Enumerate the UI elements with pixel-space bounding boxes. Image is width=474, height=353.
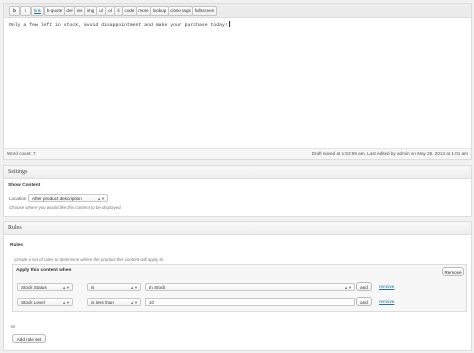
remove-rule-link[interactable]: remove — [379, 284, 394, 289]
apply-when-label: Apply this content when — [16, 268, 72, 273]
select-arrow-icon: ▲▼ — [62, 300, 70, 305]
rule-value-text: In Stock — [149, 285, 166, 290]
select-arrow-icon: ▲▼ — [62, 285, 70, 290]
settings-panel: Settings Show Content Location After pro… — [3, 165, 472, 217]
word-count: Word count: 7 — [7, 151, 36, 156]
link-button[interactable]: link — [31, 6, 44, 16]
and-button[interactable]: and — [356, 297, 372, 306]
editor-content-text: Only a few left in stock, avoid disappoi… — [9, 23, 228, 28]
select-arrow-icon: ▲▼ — [130, 300, 138, 305]
location-select[interactable]: After product description ▲▼ — [28, 194, 108, 202]
rule-set: Apply this content when Remove Stock Sta… — [12, 264, 467, 312]
location-select-value: After product description — [32, 196, 82, 201]
lookup-button[interactable]: lookup — [150, 6, 169, 16]
rule-value-input[interactable]: 10 — [145, 298, 355, 306]
text-cursor — [228, 21, 230, 27]
rule-operator-value: is — [91, 285, 95, 290]
rule-field-select[interactable]: Stock Level ▲▼ — [17, 298, 73, 306]
close-tags-button[interactable]: close tags — [168, 6, 193, 16]
show-content-label: Show Content — [8, 183, 41, 188]
rules-header[interactable]: Rules — [4, 222, 471, 235]
add-rule-set-button[interactable]: Add rule set — [12, 334, 46, 343]
code-button[interactable]: code — [122, 6, 137, 16]
settings-title: Settings — [8, 169, 28, 175]
or-label: or — [11, 324, 16, 329]
location-label: Location — [9, 196, 27, 201]
draft-status: Draft saved at 1:53:59 am. Last edited b… — [311, 151, 468, 156]
rule-value-select[interactable]: In Stock ▲▼ — [145, 283, 355, 291]
editor-textarea[interactable]: Only a few left in stock, avoid disappoi… — [9, 21, 230, 28]
editor-status-bar: Word count: 7 Draft saved at 1:53:59 am.… — [4, 148, 471, 159]
editor-toolbar: b i link b-quote del ins img ul ol li co… — [4, 4, 471, 18]
select-arrow-icon: ▲▼ — [130, 285, 138, 290]
rule-field-select[interactable]: Stock Status ▲▼ — [17, 283, 73, 291]
and-button[interactable]: and — [356, 282, 372, 291]
rule-operator-value: is less than — [91, 300, 114, 305]
rules-description: Create a set of rules to determine where… — [14, 257, 165, 262]
italic-button[interactable]: i — [20, 6, 31, 16]
rules-panel: Rules Rules Create a set of rules to det… — [3, 221, 472, 351]
remove-rule-set-button[interactable]: Remove — [442, 267, 464, 276]
remove-rule-link[interactable]: remove — [379, 299, 394, 304]
select-arrow-icon: ▲▼ — [344, 285, 352, 290]
rule-field-value: Stock Level — [21, 300, 45, 305]
settings-header[interactable]: Settings — [4, 166, 471, 179]
select-arrow-icon: ▲▼ — [97, 196, 105, 201]
fullscreen-button[interactable]: fullscreen — [192, 6, 217, 16]
rules-heading: Rules — [10, 243, 24, 248]
rule-operator-select[interactable]: is less than ▲▼ — [87, 298, 141, 306]
rule-field-value: Stock Status — [21, 285, 47, 290]
rule-operator-select[interactable]: is ▲▼ — [87, 283, 141, 291]
content-editor: b i link b-quote del ins img ul ol li co… — [3, 3, 472, 160]
more-button[interactable]: more — [136, 6, 151, 16]
location-description: Choose where you would like this content… — [9, 205, 122, 210]
blockquote-button[interactable]: b-quote — [44, 6, 65, 16]
rules-title: Rules — [8, 225, 22, 231]
bold-button[interactable]: b — [9, 6, 20, 16]
